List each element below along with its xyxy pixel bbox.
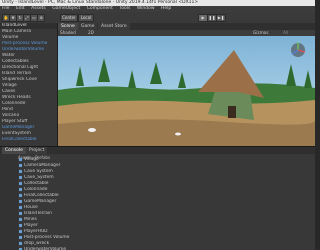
prefab-icon [19, 212, 22, 215]
menu-component[interactable]: Component [87, 6, 113, 11]
list-item-label: drop_wreck [24, 241, 50, 246]
palm-tree [128, 70, 136, 88]
prefab-icon [19, 182, 22, 185]
menu-help[interactable]: Help [161, 6, 171, 11]
tab-scene[interactable]: Scene [58, 23, 78, 30]
hierarchy-list: Main Camera Volume Post-process Volume Unde… [0, 29, 57, 143]
hierarchy-panel: IslandLevel Main Camera Volume Post-proces… [0, 23, 58, 146]
prefab-icon [19, 236, 22, 239]
menu-gameobject[interactable]: GameObject [52, 6, 80, 11]
seagull [175, 132, 181, 136]
prefab-icon [19, 164, 22, 167]
list-item-label: Mines [24, 217, 37, 222]
list-item-label: Collectable [24, 181, 49, 186]
tab-asset-store[interactable]: Asset Store [98, 23, 130, 30]
palm-tree [98, 58, 110, 82]
prefab-icon [19, 242, 22, 245]
menu-window[interactable]: Window [137, 6, 155, 11]
prefab-icon [19, 200, 22, 203]
list-item-label: PlayerHUD [24, 229, 48, 234]
prefab-icon [19, 176, 22, 179]
list-item-label: Player [24, 223, 38, 228]
scene-gizmo[interactable] [291, 42, 306, 57]
palm-tree [304, 70, 312, 88]
menu-edit[interactable]: Edit [16, 6, 25, 11]
list-item-label: CameraManager [24, 163, 61, 168]
prefab-icon [19, 218, 22, 221]
prefab-icon [19, 206, 22, 209]
list-item-label: FinalCollectable [24, 193, 59, 198]
prefab-icon [19, 230, 22, 233]
pivot-center-button[interactable]: Center [60, 14, 78, 22]
tab-game[interactable]: Game [78, 23, 98, 30]
palm-tree [178, 72, 186, 88]
list-item-label: Colonnade [24, 187, 48, 192]
project-folder-tree[interactable] [0, 154, 18, 250]
project-asset-list: Village CameraManager Cave System Cave_Syst… [18, 157, 98, 250]
scene-render [58, 42, 315, 146]
scene-viewport[interactable] [58, 36, 315, 146]
transform-tool-icon[interactable]: ⊕ [37, 14, 45, 22]
menu-file[interactable]: File [2, 6, 10, 11]
list-item-label: Cave_System [24, 175, 54, 180]
step-button[interactable]: ▶❚ [216, 14, 226, 22]
prefab-icon [19, 224, 22, 227]
prefab-icon [19, 158, 22, 161]
hierarchy-item[interactable]: FinalCollectable [0, 137, 57, 143]
prefab-icon [19, 188, 22, 191]
prefab-icon [19, 170, 22, 173]
list-item-label: House [24, 205, 38, 210]
palm-tree [286, 64, 296, 86]
list-item-label: IslandTerrain [24, 211, 52, 216]
list-item-label: GameManager [24, 199, 57, 204]
seagull [88, 128, 96, 132]
menu-assets[interactable]: Assets [31, 6, 46, 11]
pivot-local-button[interactable]: Local [78, 14, 94, 22]
list-item-label: Cave System [24, 169, 53, 174]
list-item-label: Post-process Volume [24, 235, 70, 240]
palm-tree [150, 62, 162, 84]
prefab-icon [19, 194, 22, 197]
scene-tab-bar: Scene Game Asset Store [58, 23, 315, 30]
window-title: Unity - IslandLevel - PC, Mac & Linux St… [2, 0, 199, 5]
palm-tree [76, 66, 84, 86]
menu-tools[interactable]: Tools [119, 6, 130, 11]
list-item-label: Village [24, 157, 39, 162]
